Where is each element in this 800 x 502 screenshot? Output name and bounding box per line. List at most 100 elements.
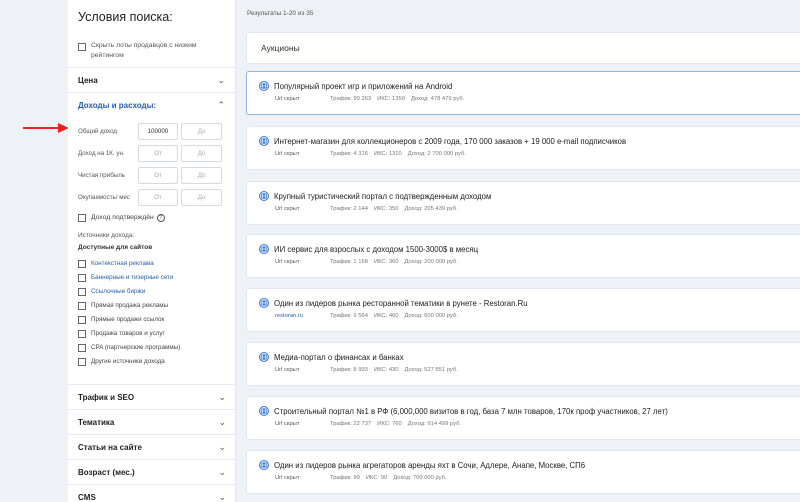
checkbox[interactable] [78,302,86,310]
lot-url: Url скрыт [275,367,300,373]
left-margin [0,0,69,502]
total-income-from-input[interactable]: 100000 [137,123,179,140]
net-profit-from-input[interactable]: От [137,167,179,184]
auctions-block[interactable]: Аукционы [246,32,800,64]
lot-title[interactable]: Один из лидеров рынка агрегаторов аренды… [274,461,585,470]
chevron-up-icon: ⌃ [217,99,225,110]
source-label: Продажа товаров и услуг [91,330,165,337]
lot-url: Url скрыт [275,206,300,212]
source-label: Прямая продажа рекламы [91,302,169,309]
sources-list: Контекстная реклама Баннерные и тизерные… [68,257,235,369]
lot-title[interactable]: Крупный туристический портал с подтвержд… [274,192,491,201]
checkbox[interactable] [78,316,86,324]
lot-title[interactable]: Строительный портал №1 в РФ (6,000,000 в… [274,407,668,416]
source-option[interactable]: Продажа товаров и услуг [68,327,235,341]
checkbox[interactable] [78,214,86,222]
globe-icon [259,298,269,308]
checkbox[interactable] [78,288,86,296]
lot-card[interactable]: Строительный портал №1 в РФ (6,000,000 в… [246,396,800,440]
hide-low-rating-label: Скрыть лоты продавцов с низким рейтингом [91,42,197,59]
lot-traffic: Трафик: 2 144 [330,206,368,212]
lot-income: Доход: 914 499 руб. [407,421,462,427]
section-label: Тематика [78,417,115,427]
source-option[interactable]: Ссылочные биржи [68,285,235,299]
source-option[interactable]: Баннерные и тизерные сети [68,271,235,285]
lot-card[interactable]: Крупный туристический портал с подтвержд… [246,181,800,225]
lot-card[interactable]: ИИ сервис для взрослых с доходом 1500-30… [246,234,800,278]
sources-title: Источники дохода: [78,232,135,239]
checkbox[interactable] [78,330,86,338]
source-option[interactable]: Контекстная реклама [68,257,235,271]
section-topic[interactable]: Тематика ⌄ [68,409,235,434]
checkbox[interactable] [78,43,86,51]
section-price[interactable]: Цена ⌄ [68,67,235,92]
help-icon[interactable]: ? [156,214,165,222]
lot-traffic: Трафик: 99 263 [330,96,372,102]
lot-income: Доход: 200 000 руб. [404,259,458,265]
source-label: Баннерные и тизерные сети [91,274,174,281]
auctions-label: Аукционы [261,43,300,53]
section-income-expenses[interactable]: Доходы и расходы: ⌃ [68,92,235,117]
lot-card[interactable]: Интернет-магазин для коллекционеров с 20… [246,126,800,170]
hide-low-rating-option[interactable]: Скрыть лоты продавцов с низким рейтингом [68,41,235,67]
lot-traffic: Трафик: 22 737 [330,421,372,427]
section-traffic-seo[interactable]: Трафик и SEO ⌄ [68,384,235,409]
source-option[interactable]: Прямая продажа рекламы [68,299,235,313]
filter-title: Условия поиска: [78,10,173,24]
lot-card[interactable]: Медиа-портал о финансах и банках Url скры… [246,342,800,386]
lot-header: Медиа-портал о финансах и банках [259,352,800,362]
lot-title[interactable]: Один из лидеров рынка ресторанной темати… [274,299,528,308]
lot-meta: Url скрыт Трафик: 99 ИКС: 90 Доход: 700 000… [259,475,800,481]
income-confirmed-option[interactable]: Доход подтверждён ? [68,209,235,223]
checkbox[interactable] [78,358,86,366]
globe-icon [259,460,269,470]
checkbox[interactable] [78,274,86,282]
payback-to-input[interactable]: До [181,189,222,206]
total-income-to-input[interactable]: До [181,123,222,140]
globe-icon [259,81,269,91]
section-age[interactable]: Возраст (мес.) ⌄ [68,459,235,484]
source-option[interactable]: Другие источники дохода [68,355,235,369]
section-articles[interactable]: Статьи на сайте ⌄ [68,434,235,459]
lot-url[interactable]: restoran.ru [275,313,330,319]
lot-header: Один из лидеров рынка ресторанной темати… [259,298,800,308]
results-count: Результаты 1-20 из 35 [247,10,314,17]
lot-iks: ИКС: 90 [365,475,388,481]
lot-title[interactable]: Интернет-магазин для коллекционеров с 20… [274,137,626,146]
source-option[interactable]: Прямые продажи ссылок [68,313,235,327]
checkbox[interactable] [78,344,86,352]
source-label: Контекстная реклама [91,260,154,267]
lot-card[interactable]: Популярный проект игр и приложений на An… [246,71,800,115]
globe-icon [259,136,269,146]
lot-title[interactable]: Медиа-портал о финансах и банках [274,353,404,362]
payback-from-input[interactable]: От [137,189,179,206]
chevron-down-icon: ⌄ [217,74,225,85]
net-profit-to-input[interactable]: До [181,167,222,184]
lot-income: Доход: 700 000 руб. [393,475,447,481]
lot-card[interactable]: Один из лидеров рынка ресторанной темати… [246,288,800,332]
lot-url: Url скрыт [275,421,300,427]
lot-iks: ИКС: 430 [373,367,399,373]
lot-url: Url скрыт [275,96,300,102]
income-confirmed-label: Доход подтверждён [91,214,154,221]
lot-title[interactable]: ИИ сервис для взрослых с доходом 1500-30… [274,245,478,254]
source-option[interactable]: CPA (партнерские программы) [68,341,235,355]
lot-meta: restoran.ru Трафик: 9 564 ИКС: 460 Доход: 6… [259,313,800,319]
lot-income: Доход: 527 851 руб. [404,367,458,373]
section-label: CMS [78,492,96,502]
lot-header: ИИ сервис для взрослых с доходом 1500-30… [259,244,800,254]
lot-meta: Url скрыт Трафик: 4 316 ИКС: 1310 Доход: 2 … [259,151,800,157]
section-cms[interactable]: CMS ⌄ [68,484,235,502]
lot-url: Url скрыт [275,151,300,157]
lot-card[interactable]: Один из лидеров рынка агрегаторов аренды… [246,450,800,494]
income-per-1k-from-input[interactable]: От [137,145,179,162]
section-label: Возраст (мес.) [78,467,135,477]
lot-header: Популярный проект игр и приложений на An… [259,81,800,91]
lot-traffic: Трафик: 9 564 [330,313,368,319]
lot-iks: ИКС: 1310 [373,151,402,157]
lot-iks: ИКС: 760 [377,421,402,427]
checkbox[interactable] [78,260,86,268]
lot-title[interactable]: Популярный проект игр и приложений на An… [274,82,452,91]
chevron-down-icon: ⌄ [218,466,226,477]
income-per-1k-to-input[interactable]: До [181,145,222,162]
